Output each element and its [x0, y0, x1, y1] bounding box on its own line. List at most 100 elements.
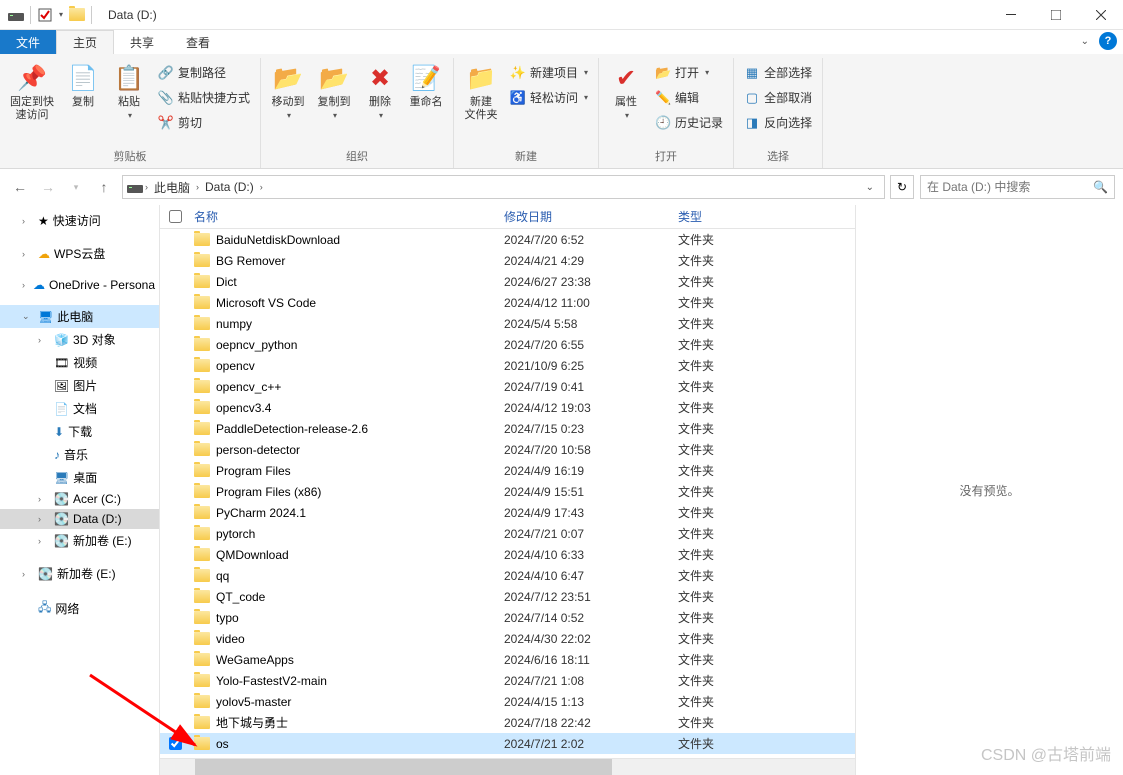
new-folder-button[interactable]: 📁新建 文件夹: [460, 60, 502, 124]
nav-quick-access[interactable]: ›★快速访问: [0, 209, 159, 232]
open-button[interactable]: 📂打开▾: [651, 62, 727, 83]
file-row[interactable]: numpy2024/5/4 5:58文件夹: [160, 313, 855, 334]
refresh-button[interactable]: ↻: [890, 175, 914, 199]
file-row[interactable]: BaiduNetdiskDownload2024/7/20 6:52文件夹: [160, 229, 855, 250]
file-row[interactable]: oepncv_python2024/7/20 6:55文件夹: [160, 334, 855, 355]
file-row[interactable]: PaddleDetection-release-2.62024/7/15 0:2…: [160, 418, 855, 439]
nav-3d[interactable]: ›🧊3D 对象: [0, 328, 159, 351]
nav-music[interactable]: ♪音乐: [0, 443, 159, 466]
up-button[interactable]: ↑: [92, 175, 116, 199]
nav-downloads[interactable]: ⬇下载: [0, 420, 159, 443]
navigation-pane[interactable]: ›★快速访问 ›☁WPS云盘 ›☁OneDrive - Persona ⌄🖥此电…: [0, 205, 160, 775]
nav-new-e2[interactable]: ›💽新加卷 (E:): [0, 562, 159, 585]
checkbox-icon[interactable]: [37, 7, 53, 23]
file-row[interactable]: pytorch2024/7/21 0:07文件夹: [160, 523, 855, 544]
file-row[interactable]: person-detector2024/7/20 10:58文件夹: [160, 439, 855, 460]
search-input[interactable]: [927, 180, 1093, 194]
nav-video[interactable]: 🎞视频: [0, 351, 159, 374]
file-row[interactable]: BG Remover2024/4/21 4:29文件夹: [160, 250, 855, 271]
chevron-right-icon[interactable]: ›: [145, 182, 148, 192]
file-row[interactable]: Dict2024/6/27 23:38文件夹: [160, 271, 855, 292]
file-row[interactable]: QT_code2024/7/12 23:51文件夹: [160, 586, 855, 607]
file-row[interactable]: WeGameApps2024/6/16 18:11文件夹: [160, 649, 855, 670]
nav-acer-c[interactable]: ›💽Acer (C:): [0, 489, 159, 509]
row-checkbox[interactable]: [160, 737, 190, 750]
file-row[interactable]: yolov5-master2024/4/15 1:13文件夹: [160, 691, 855, 712]
maximize-button[interactable]: [1033, 0, 1078, 30]
paste-button[interactable]: 📋 粘贴 ▾: [108, 60, 150, 122]
rename-button[interactable]: 📝重命名: [405, 60, 447, 111]
tab-share[interactable]: 共享: [114, 30, 170, 54]
nav-new-e[interactable]: ›💽新加卷 (E:): [0, 529, 159, 552]
properties-button[interactable]: ✔属性▾: [605, 60, 647, 122]
horizontal-scrollbar[interactable]: [160, 758, 855, 775]
group-new-label: 新建: [460, 146, 592, 168]
file-row[interactable]: Program Files2024/4/9 16:19文件夹: [160, 460, 855, 481]
scissors-icon: ✂️: [158, 115, 174, 131]
history-button[interactable]: 🕘历史记录: [651, 112, 727, 133]
file-row[interactable]: QMDownload2024/4/10 6:33文件夹: [160, 544, 855, 565]
nav-desktop[interactable]: 🖥桌面: [0, 466, 159, 489]
tab-file[interactable]: 文件: [0, 30, 56, 54]
file-row[interactable]: PyCharm 2024.12024/4/9 17:43文件夹: [160, 502, 855, 523]
collapse-ribbon-icon[interactable]: ⌄: [1081, 36, 1089, 47]
back-button[interactable]: ←: [8, 175, 32, 199]
file-date: 2024/4/10 6:33: [504, 548, 678, 562]
help-icon[interactable]: ?: [1099, 32, 1117, 50]
file-row[interactable]: typo2024/7/14 0:52文件夹: [160, 607, 855, 628]
nav-documents[interactable]: 📄文档: [0, 397, 159, 420]
file-row[interactable]: video2024/4/30 22:02文件夹: [160, 628, 855, 649]
minimize-button[interactable]: [988, 0, 1033, 30]
pin-button[interactable]: 📌 固定到快 速访问: [6, 60, 58, 124]
nav-wps[interactable]: ›☁WPS云盘: [0, 242, 159, 265]
nav-network[interactable]: 🖧网络: [0, 595, 159, 622]
file-row[interactable]: Program Files (x86)2024/4/9 15:51文件夹: [160, 481, 855, 502]
column-name[interactable]: 名称: [190, 208, 504, 225]
select-all-icon: ▦: [744, 65, 760, 81]
file-row[interactable]: os2024/7/21 2:02文件夹: [160, 733, 855, 754]
tab-view[interactable]: 查看: [170, 30, 226, 54]
move-to-button[interactable]: 📂移动到▾: [267, 60, 309, 122]
file-date: 2024/7/21 0:07: [504, 527, 678, 541]
select-none-button[interactable]: ▢全部取消: [740, 87, 816, 108]
column-date[interactable]: 修改日期: [504, 208, 678, 225]
nav-this-pc[interactable]: ⌄🖥此电脑: [0, 305, 159, 328]
file-row[interactable]: Microsoft VS Code2024/4/12 11:00文件夹: [160, 292, 855, 313]
invert-selection-button[interactable]: ◨反向选择: [740, 112, 816, 133]
breadcrumb-drive[interactable]: Data (D:): [201, 180, 258, 194]
edit-button[interactable]: ✏️编辑: [651, 87, 727, 108]
select-all-button[interactable]: ▦全部选择: [740, 62, 816, 83]
copy-to-button[interactable]: 📂复制到▾: [313, 60, 355, 122]
file-row[interactable]: opencv_c++2024/7/19 0:41文件夹: [160, 376, 855, 397]
easy-access-button[interactable]: ♿轻松访问▾: [506, 87, 592, 108]
tab-home[interactable]: 主页: [56, 30, 114, 54]
cut-button[interactable]: ✂️剪切: [154, 112, 254, 133]
paste-shortcut-button[interactable]: 📎粘贴快捷方式: [154, 87, 254, 108]
qat-dropdown[interactable]: ▾: [59, 10, 63, 19]
search-icon[interactable]: 🔍: [1093, 180, 1108, 194]
recent-dropdown[interactable]: ▾: [64, 175, 88, 199]
file-list[interactable]: BaiduNetdiskDownload2024/7/20 6:52文件夹BG …: [160, 229, 855, 758]
nav-data-d[interactable]: ›💽Data (D:): [0, 509, 159, 529]
header-checkbox[interactable]: [160, 210, 190, 223]
file-row[interactable]: qq2024/4/10 6:47文件夹: [160, 565, 855, 586]
address-dropdown[interactable]: ⌄: [860, 182, 880, 193]
copy-path-button[interactable]: 🔗复制路径: [154, 62, 254, 83]
address-bar[interactable]: › 此电脑 › Data (D:) › ⌄: [122, 175, 885, 199]
new-item-button[interactable]: ✨新建项目▾: [506, 62, 592, 83]
file-row[interactable]: 地下城与勇士2024/7/18 22:42文件夹: [160, 712, 855, 733]
forward-button[interactable]: →: [36, 175, 60, 199]
copy-button[interactable]: 📄 复制: [62, 60, 104, 111]
close-button[interactable]: [1078, 0, 1123, 30]
file-row[interactable]: opencv2021/10/9 6:25文件夹: [160, 355, 855, 376]
delete-button[interactable]: ✖删除▾: [359, 60, 401, 122]
chevron-right-icon[interactable]: ›: [196, 182, 199, 192]
breadcrumb-pc[interactable]: 此电脑: [150, 179, 194, 196]
file-row[interactable]: opencv3.42024/4/12 19:03文件夹: [160, 397, 855, 418]
search-box[interactable]: 🔍: [920, 175, 1115, 199]
nav-pictures[interactable]: 🖼图片: [0, 374, 159, 397]
column-type[interactable]: 类型: [678, 208, 818, 225]
file-row[interactable]: Yolo-FastestV2-main2024/7/21 1:08文件夹: [160, 670, 855, 691]
chevron-right-icon[interactable]: ›: [260, 182, 263, 192]
nav-onedrive[interactable]: ›☁OneDrive - Persona: [0, 275, 159, 295]
